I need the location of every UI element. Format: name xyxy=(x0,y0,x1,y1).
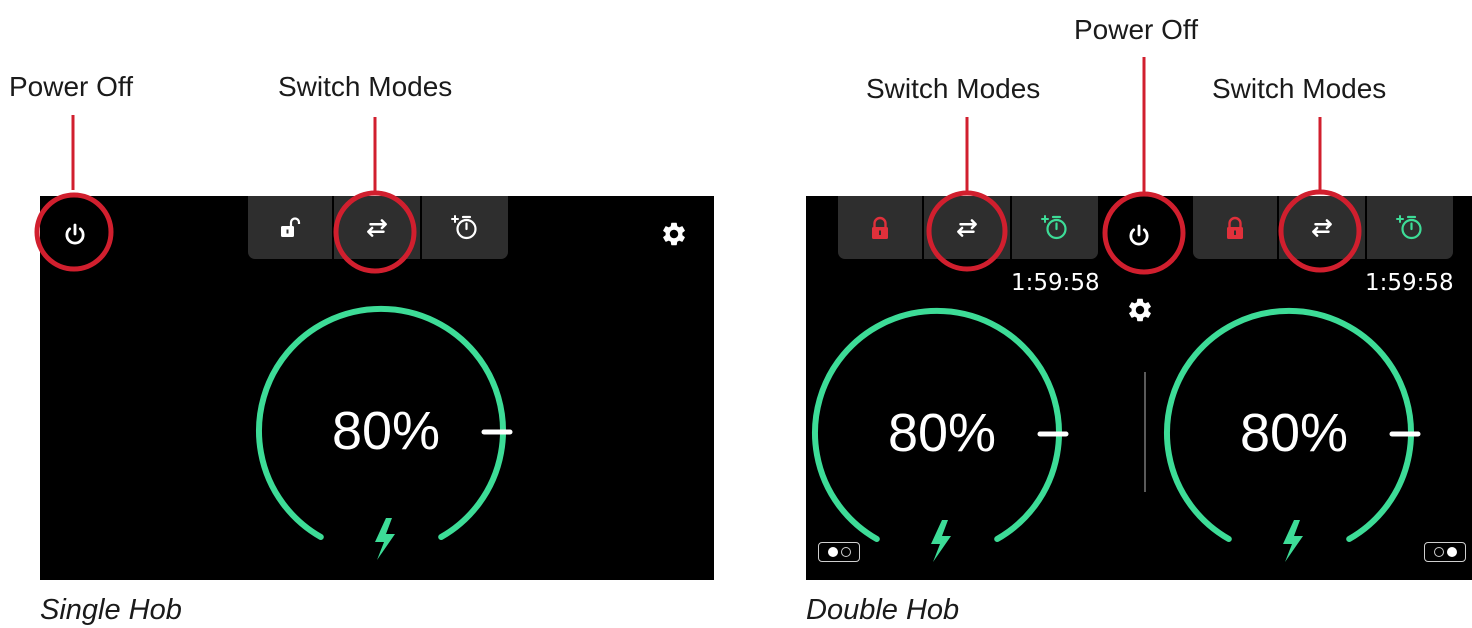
double-hob-screen: 1:59:58 1:59:58 80% 80% xyxy=(806,196,1472,580)
right-power-percent: 80% xyxy=(1239,403,1349,463)
left-zone-indicator xyxy=(818,542,860,562)
right-zone-toolbar xyxy=(1193,196,1453,259)
caption-double-hob: Double Hob xyxy=(806,594,960,626)
callout-single-switch-modes: Switch Modes xyxy=(278,71,453,102)
gear-icon xyxy=(663,222,685,246)
power-percent: 80% xyxy=(331,401,441,461)
add-timer-icon xyxy=(1396,214,1422,239)
power-icon xyxy=(65,223,85,245)
bolt-icon xyxy=(1283,520,1303,562)
bolt-icon xyxy=(931,520,951,562)
switch-modes-icon xyxy=(957,218,977,237)
settings-button[interactable] xyxy=(658,218,690,250)
zone-dot-active xyxy=(827,547,838,557)
zone-dot-active xyxy=(1446,547,1457,557)
lock-icon xyxy=(1227,216,1243,239)
right-zone-indicator xyxy=(1424,542,1466,562)
right-timer-readout: 1:59:58 xyxy=(1365,270,1454,296)
lock-toggle-button[interactable] xyxy=(248,196,334,259)
left-power-percent: 80% xyxy=(887,403,997,463)
switch-modes-button[interactable] xyxy=(334,196,422,259)
left-switch-modes-button[interactable] xyxy=(924,196,1012,259)
power-button[interactable] xyxy=(1117,214,1161,258)
lock-icon xyxy=(872,216,888,239)
right-add-timer-button[interactable] xyxy=(1367,196,1453,259)
left-zone-toolbar xyxy=(838,196,1098,259)
left-add-timer-button[interactable] xyxy=(1012,196,1098,259)
callout-double-power-off: Power Off xyxy=(1074,14,1198,45)
single-toolbar xyxy=(248,196,508,259)
callout-double-switch-modes-right: Switch Modes xyxy=(1212,73,1387,104)
zone-dot-inactive xyxy=(840,547,851,557)
right-lock-button[interactable] xyxy=(1193,196,1279,259)
switch-modes-icon xyxy=(1312,218,1332,237)
zone-dot-inactive xyxy=(1433,547,1444,557)
left-timer-readout: 1:59:58 xyxy=(1011,270,1100,296)
add-timer-icon xyxy=(451,214,477,239)
right-switch-modes-button[interactable] xyxy=(1279,196,1367,259)
power-icon xyxy=(1129,224,1149,246)
power-button[interactable] xyxy=(56,216,94,254)
callout-single-power-off: Power Off xyxy=(9,71,133,102)
switch-modes-icon xyxy=(367,218,387,237)
caption-single-hob: Single Hob xyxy=(40,594,182,626)
add-timer-button[interactable] xyxy=(422,196,508,259)
bolt-icon xyxy=(375,518,395,560)
single-hob-screen: 80% xyxy=(40,196,714,580)
add-timer-icon xyxy=(1041,214,1067,239)
callout-double-switch-modes-left: Switch Modes xyxy=(866,73,1041,104)
left-lock-button[interactable] xyxy=(838,196,924,259)
unlock-icon xyxy=(281,216,301,237)
